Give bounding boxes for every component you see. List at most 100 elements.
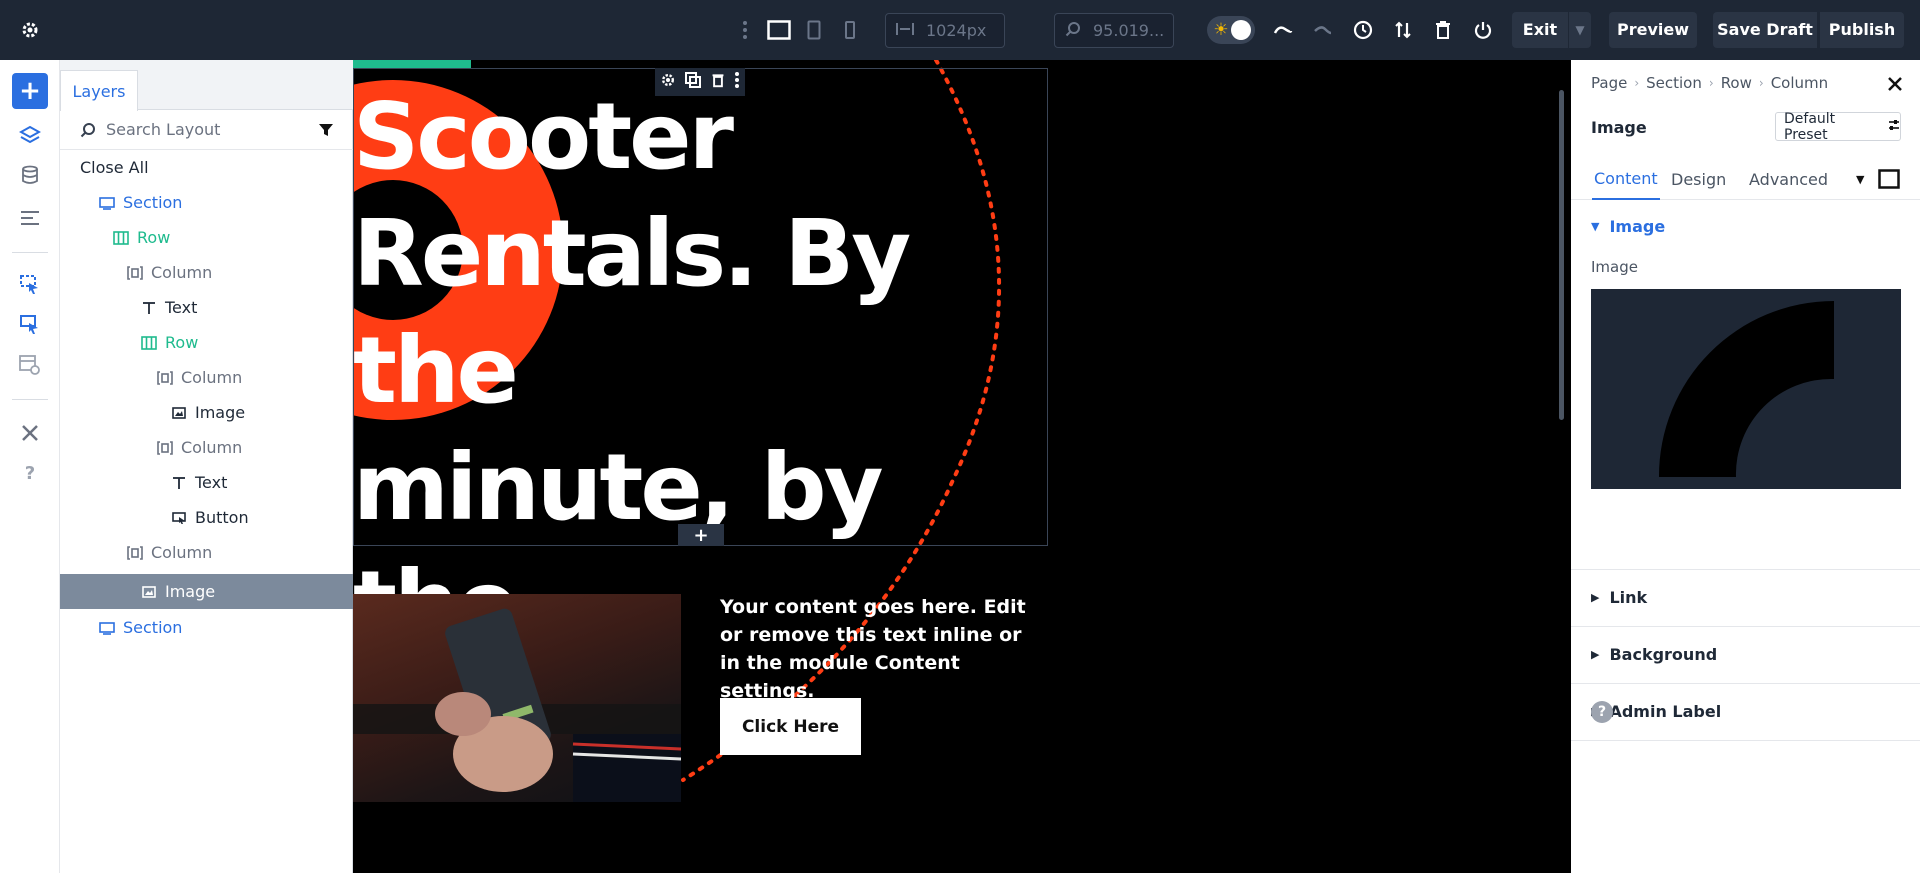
image-preview-illustration [1658,301,1834,477]
close-all-button[interactable]: Close All [60,150,353,185]
module-duplicate-icon[interactable] [685,72,702,92]
layer-item-image[interactable]: Image [60,395,353,430]
layer-item-section[interactable]: Section [60,610,353,645]
module-more-icon[interactable] [734,71,740,93]
preset-selector[interactable]: Default Preset [1775,110,1901,143]
left-icon-bar: + ? [0,60,60,873]
exit-dropdown-chevron-icon[interactable]: ▼ [1569,12,1591,48]
canvas-width-value: 1024px [926,21,987,40]
add-module-button[interactable]: + [12,73,48,109]
link-group-header[interactable]: ▶ Link [1591,588,1647,607]
add-module-plus-button[interactable]: + [678,524,724,546]
background-group-header[interactable]: ▶ Background [1591,645,1717,664]
preset-label: Default Preset [1784,110,1836,143]
canvas-scrollbar[interactable] [1559,90,1564,420]
device-preview-icon[interactable] [1878,158,1900,200]
top-toolbar: 1024px 95.019... ☀ Exit ▼ Preview Save D… [0,0,1920,60]
layer-item-column[interactable]: Column [60,360,353,395]
image-icon [170,404,188,422]
content-text[interactable]: Your content goes here. Edit or remove t… [720,593,1040,705]
tab-dropdown-icon[interactable]: ▼ [1856,158,1864,200]
history-icon[interactable] [1350,0,1376,60]
multi-select-icon[interactable] [12,307,48,343]
layer-item-text[interactable]: Text [60,465,353,500]
background-settings-group[interactable]: ▶ Background [1571,627,1920,684]
phone-photo-image[interactable] [353,594,681,802]
layer-item-image-selected[interactable]: Image [60,574,353,609]
tablet-view-icon[interactable] [802,0,826,60]
layer-item-row-nested[interactable]: Row [60,325,353,360]
select-pointer-icon[interactable] [12,267,48,303]
desktop-view-icon[interactable] [765,0,793,60]
canvas-width-field[interactable]: 1024px [885,13,1005,48]
breadcrumb-column[interactable]: Column [1771,74,1828,92]
layers-search[interactable]: Search Layout [60,110,353,150]
module-delete-icon[interactable] [711,72,725,92]
layer-item-column[interactable]: Column [60,430,353,465]
preview-button[interactable]: Preview [1609,12,1697,48]
row-toolbar[interactable] [353,60,471,68]
link-settings-group[interactable]: ▶ Link [1571,570,1920,627]
power-icon[interactable] [1470,0,1496,60]
text-icon [170,474,188,492]
undo-icon[interactable] [1270,0,1296,60]
layer-label: Section [123,193,183,212]
row-icon [140,334,158,352]
settings-gear-icon[interactable] [12,0,48,60]
layer-item-button[interactable]: Button [60,500,353,535]
layer-item-row[interactable]: Row [60,220,353,255]
publish-button[interactable]: Publish [1820,12,1904,48]
module-settings-icon[interactable] [660,72,676,92]
page-settings-icon[interactable] [12,200,48,236]
database-icon[interactable] [12,157,48,193]
zoom-field[interactable]: 95.019... [1054,13,1174,48]
sort-arrows-icon[interactable] [1390,0,1416,60]
layers-icon[interactable] [12,117,48,153]
tab-content[interactable]: Content [1592,158,1660,200]
layer-label: Image [165,582,216,601]
builder-canvas[interactable]: Scooter Rentals. By the minute, by the d… [353,60,1555,873]
breadcrumb-row[interactable]: Row [1721,74,1752,92]
help-icon[interactable]: ? [1591,701,1613,723]
caret-down-icon: ▼ [1591,220,1600,233]
redo-icon[interactable] [1310,0,1336,60]
search-input[interactable]: Search Layout [106,120,220,139]
breadcrumb-section[interactable]: Section [1646,74,1702,92]
theme-toggle[interactable]: ☀ [1207,16,1255,44]
layer-item-column[interactable]: Column [60,535,353,570]
width-icon [896,21,914,40]
tools-icon[interactable] [12,415,48,451]
exit-button[interactable]: Exit [1512,12,1568,48]
zoom-icon [1065,21,1081,41]
tab-advanced[interactable]: Advanced [1749,158,1828,200]
column-icon [156,439,174,457]
template-library-icon[interactable] [12,347,48,383]
layer-label: Column [151,543,213,562]
tab-layers[interactable]: Layers [60,70,138,111]
text-icon [140,299,158,317]
trash-icon[interactable] [1430,0,1456,60]
image-group-header[interactable]: ▼ Image [1591,217,1665,236]
column-icon [156,369,174,387]
save-draft-button[interactable]: Save Draft [1713,12,1817,48]
layer-item-section[interactable]: Section [60,185,353,220]
chevron-right-icon: › [1634,76,1640,90]
help-icon[interactable]: ? [12,455,48,491]
filter-icon[interactable] [318,122,334,142]
tab-design[interactable]: Design [1671,158,1726,200]
close-icon[interactable] [1887,76,1903,96]
drag-handle-icon[interactable] [735,0,755,60]
phone-view-icon[interactable] [838,0,862,60]
layer-item-text[interactable]: Text [60,290,353,325]
admin-label-settings-group[interactable]: ▶ Admin Label [1571,684,1920,741]
caret-right-icon: ▶ [1591,648,1600,661]
breadcrumb-page[interactable]: Page [1591,74,1627,92]
background-group-label: Background [1609,645,1718,664]
layer-item-column[interactable]: Column [60,255,353,290]
click-here-button[interactable]: Click Here [720,698,861,755]
image-upload-preview[interactable] [1591,289,1901,489]
layer-label: Column [151,263,213,282]
layers-tab-bar: Layers [60,60,353,111]
button-icon [170,509,188,527]
section-icon [98,194,116,212]
